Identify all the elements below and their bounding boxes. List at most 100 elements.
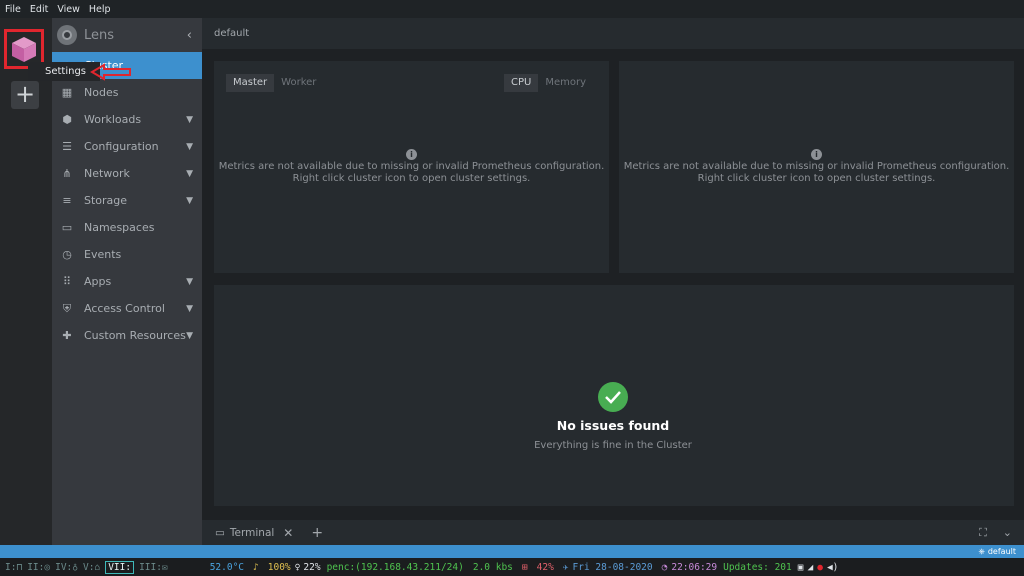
network-status: penc:(192.168.43.211/24) (326, 561, 464, 573)
terminal-icon: ⊓ (16, 561, 23, 573)
game-icon: ⌂ (94, 561, 101, 573)
workloads-icon: ⬢ (62, 113, 72, 126)
tab-terminal[interactable]: Terminal (230, 527, 274, 539)
bulb-icon: ♀ (294, 561, 301, 573)
close-icon[interactable]: ✕ (283, 526, 293, 540)
menu-help[interactable]: Help (89, 4, 111, 15)
info-icon: i (811, 149, 822, 160)
sidebar: Lens ‹ ◉ Cluster ▦ Nodes ⬢ Workloads ▼ ☰… (52, 18, 202, 545)
flask-icon: ♁ (72, 561, 78, 573)
workspace-7[interactable]: VII: (105, 560, 135, 574)
updates: Updates: 201 (723, 561, 792, 573)
dock-bar: ▭ Terminal ✕ + ⛶ ⌄ (202, 520, 1024, 545)
info-icon: i (406, 149, 417, 160)
network-icon: ⋔ (62, 167, 72, 180)
terminal-icon: ▭ (215, 526, 225, 539)
sidebar-item-namespaces[interactable]: ▭ Namespaces (52, 214, 202, 241)
cluster-hotbar: + (0, 18, 52, 545)
alert-icon[interactable]: ● (817, 562, 823, 573)
desktop-taskbar: I: ⊓ II: ◎ IV: ♁ V: ⌂ VII: III: ✉ 52.0°C ♪ 10… (0, 558, 1024, 576)
apps-grid-icon: ⠿ (62, 275, 72, 288)
mail-icon: ✉ (161, 561, 168, 573)
workspace-1[interactable]: I: (5, 562, 16, 573)
app-title: Lens (84, 27, 115, 43)
chevron-down-icon[interactable]: ⌄ (1003, 526, 1012, 540)
sidebar-item-label: Access Control (84, 302, 165, 315)
node-type-tabs: Master Worker (226, 74, 323, 92)
chevron-down-icon: ▼ (186, 276, 193, 287)
sidebar-item-label: Configuration (84, 140, 159, 153)
main-content: default Master Worker CPU Memory i Metri… (202, 18, 1024, 545)
brightness: 22% (303, 561, 321, 573)
calendar-icon: ✈ (562, 561, 569, 573)
chevron-down-icon: ▼ (186, 141, 193, 152)
shield-icon: ⛨ (62, 301, 72, 315)
metrics-message-left: i Metrics are not available due to missi… (214, 149, 609, 185)
cpu-icon: ⊞ (521, 561, 528, 573)
fullscreen-icon[interactable]: ⛶ (979, 526, 987, 540)
sidebar-item-access-control[interactable]: ⛨ Access Control ▼ (52, 295, 202, 322)
storage-icon: ≡ (62, 194, 72, 207)
collapse-sidebar-icon[interactable]: ‹ (187, 28, 192, 43)
clipboard-icon[interactable]: ▣ (798, 562, 804, 573)
list-icon: ☰ (62, 140, 72, 153)
status-bar: ⎈ default (0, 545, 1024, 558)
metrics-message-line2: Right click cluster icon to open cluster… (292, 173, 531, 184)
sidebar-item-storage[interactable]: ≡ Storage ▼ (52, 187, 202, 214)
sidebar-item-events[interactable]: ◷ Events (52, 241, 202, 268)
lens-logo-icon (57, 25, 77, 45)
volume-icon[interactable]: ◀) (827, 562, 838, 573)
metric-type-tabs: CPU Memory (504, 74, 593, 92)
sidebar-item-apps[interactable]: ⠿ Apps ▼ (52, 268, 202, 295)
menu-file[interactable]: File (5, 4, 21, 15)
time: 22:06:29 (671, 561, 718, 573)
kube-context-icon: ⎈ (978, 546, 985, 556)
menu-view[interactable]: View (57, 4, 80, 15)
clock-icon: ◷ (62, 248, 72, 261)
sidebar-item-workloads[interactable]: ⬢ Workloads ▼ (52, 106, 202, 133)
tab-worker[interactable]: Worker (274, 74, 323, 92)
tab-cpu[interactable]: CPU (504, 74, 539, 92)
tab-memory[interactable]: Memory (538, 74, 593, 92)
workspace-2[interactable]: II: (27, 562, 44, 573)
breadcrumb: default (202, 18, 1024, 49)
metrics-message-right: i Metrics are not available due to missi… (619, 149, 1014, 185)
sidebar-header: Lens ‹ (52, 18, 202, 52)
sidebar-item-label: Namespaces (84, 221, 155, 234)
sidebar-item-label: Custom Resources (84, 329, 186, 342)
chevron-down-icon: ▼ (186, 303, 193, 314)
new-tab-button[interactable]: + (311, 525, 323, 541)
issues-subtitle: Everything is fine in the Cluster (534, 440, 692, 451)
clock-icon: ◔ (661, 561, 668, 573)
workspace-5[interactable]: V: (83, 562, 94, 573)
tab-master[interactable]: Master (226, 74, 275, 92)
workspace-4[interactable]: IV: (55, 562, 72, 573)
sidebar-item-configuration[interactable]: ☰ Configuration ▼ (52, 133, 202, 160)
menu-edit[interactable]: Edit (30, 4, 48, 15)
add-cluster-button[interactable]: + (11, 81, 39, 109)
sidebar-item-network[interactable]: ⋔ Network ▼ (52, 160, 202, 187)
metrics-message-line1: Metrics are not available due to missing… (218, 161, 605, 172)
puzzle-icon: ✚ (62, 329, 72, 342)
bell-icon: ♪ (253, 561, 259, 573)
namespaces-icon: ▭ (61, 221, 73, 234)
sidebar-item-nodes[interactable]: ▦ Nodes (52, 79, 202, 106)
sidebar-item-label: Nodes (84, 86, 119, 99)
chevron-down-icon: ▼ (186, 114, 193, 125)
sidebar-item-custom-resources[interactable]: ✚ Custom Resources ▼ (52, 322, 202, 349)
nodes-icon: ▦ (61, 86, 73, 99)
sidebar-item-label: Storage (84, 194, 128, 207)
signal-icon[interactable]: ◢ (807, 562, 813, 573)
metrics-message-line2: Right click cluster icon to open cluster… (697, 173, 936, 184)
annotation-arrow-icon (90, 63, 131, 81)
sidebar-item-label: Events (84, 248, 122, 261)
net-speed: 2.0 kbs (472, 561, 513, 573)
temperature: 52.0°C (209, 561, 245, 573)
chevron-down-icon: ▼ (186, 195, 193, 206)
chevron-down-icon: ▼ (186, 168, 193, 179)
kube-context[interactable]: default (988, 547, 1016, 556)
workspace-3[interactable]: III: (139, 562, 162, 573)
issues-title: No issues found (556, 418, 670, 433)
checkmark-icon (598, 382, 628, 412)
chevron-down-icon: ▼ (186, 330, 193, 341)
